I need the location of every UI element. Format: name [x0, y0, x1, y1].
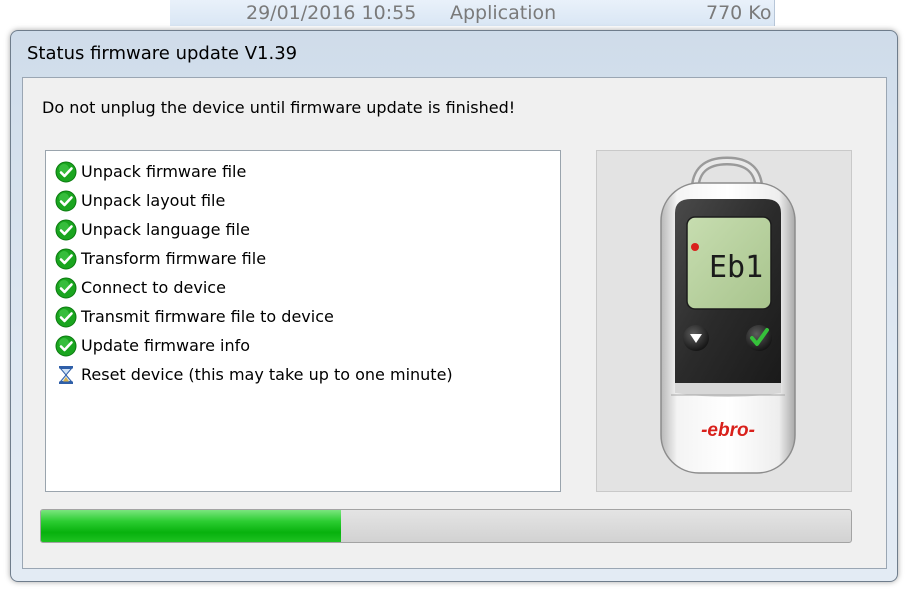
checkmark-icon	[55, 161, 77, 183]
data-logger-device-image: Eb1 -ebro-	[660, 156, 796, 474]
warning-message: Do not unplug the device until firmware …	[42, 98, 516, 117]
background-file-size: 770 Ko	[706, 2, 772, 24]
step-label: Reset device (this may take up to one mi…	[81, 365, 453, 384]
checkmark-icon	[55, 335, 77, 357]
firmware-update-dialog: Status firmware update V1.39 Do not unpl…	[10, 30, 898, 582]
step-item: Transmit firmware file to device	[46, 302, 560, 331]
step-item: Unpack layout file	[46, 186, 560, 215]
lcd-display-text: Eb1	[709, 250, 763, 285]
checkmark-icon	[55, 277, 77, 299]
checkmark-icon	[55, 219, 77, 241]
step-item: Update firmware info	[46, 331, 560, 360]
background-file-type: Application	[450, 2, 557, 24]
step-list: Unpack firmware file Unpack layout file Un…	[45, 150, 561, 492]
progress-bar-fill	[41, 510, 341, 542]
device-image-panel: Eb1 -ebro-	[596, 150, 852, 492]
step-item: Unpack language file	[46, 215, 560, 244]
checkmark-icon	[55, 248, 77, 270]
step-label: Update firmware info	[81, 336, 251, 355]
step-item: Reset device (this may take up to one mi…	[46, 360, 560, 389]
step-label: Transmit firmware file to device	[81, 307, 334, 326]
step-label: Transform firmware file	[81, 249, 267, 268]
step-item: Unpack firmware file	[46, 157, 560, 186]
lcd-alarm-dot	[691, 243, 699, 251]
background-file-date: 29/01/2016 10:55	[246, 2, 417, 24]
background-file-row: 29/01/2016 10:55 Application 770 Ko	[0, 0, 922, 30]
step-item: Transform firmware file	[46, 244, 560, 273]
step-label: Unpack layout file	[81, 191, 226, 210]
dialog-title: Status firmware update V1.39	[27, 43, 298, 64]
dialog-body: Do not unplug the device until firmware …	[22, 77, 887, 569]
step-label: Unpack firmware file	[81, 162, 247, 181]
brand-logo: -ebro-	[701, 420, 755, 441]
step-label: Unpack language file	[81, 220, 250, 239]
checkmark-icon	[55, 306, 77, 328]
progress-bar	[40, 509, 852, 543]
step-item: Connect to device	[46, 273, 560, 302]
checkmark-icon	[55, 190, 77, 212]
step-label: Connect to device	[81, 278, 226, 297]
hourglass-icon	[55, 364, 77, 386]
